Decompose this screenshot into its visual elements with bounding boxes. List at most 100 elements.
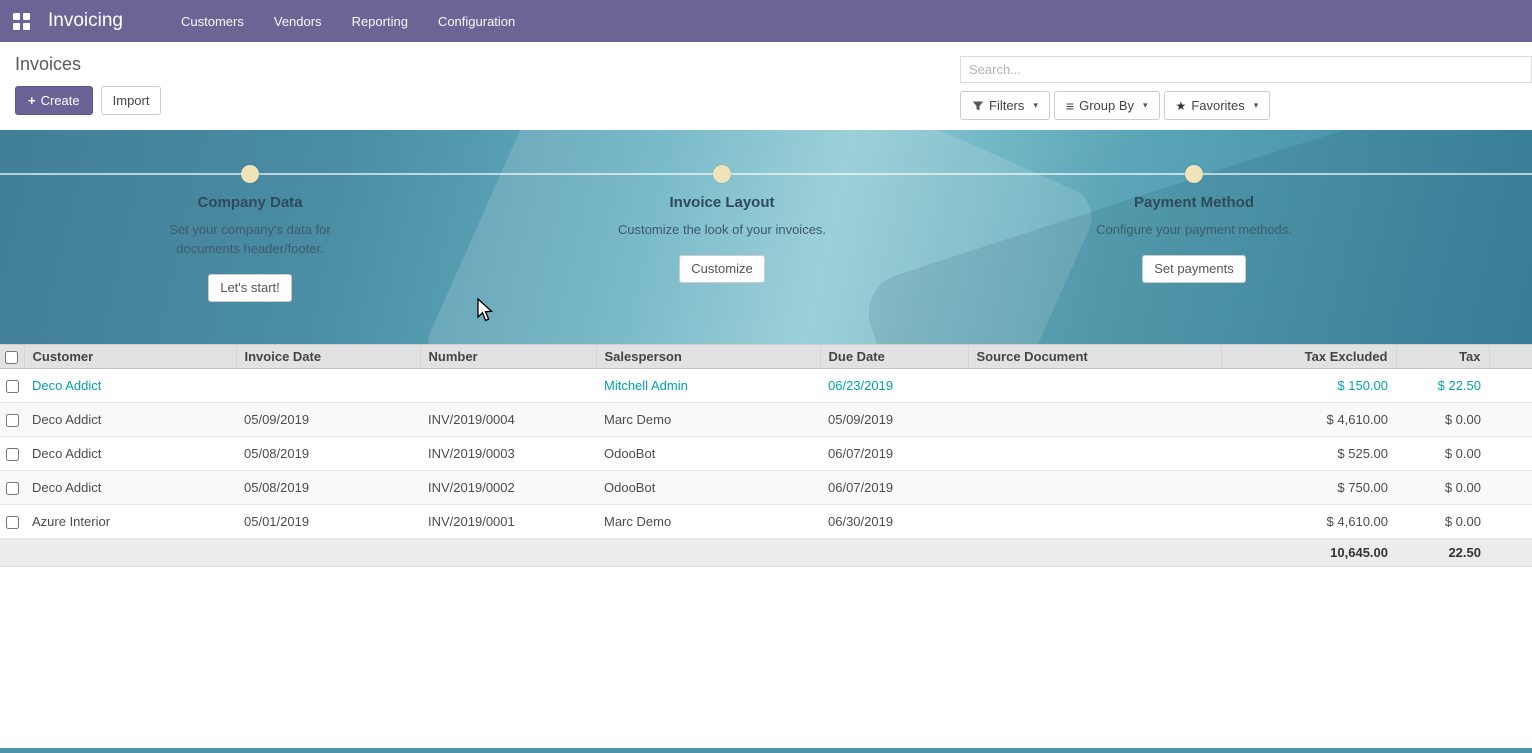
invoice-row[interactable]: Azure Interior 05/01/2019 INV/2019/0001 … [0,505,1532,539]
customize-button[interactable]: Customize [679,255,764,283]
select-all-checkbox[interactable] [5,351,18,364]
tax-cell[interactable]: $ 22.50 [1396,369,1489,403]
salesperson-cell[interactable]: OdooBot [596,437,820,471]
menu-configuration[interactable]: Configuration [438,14,515,29]
customer-cell[interactable]: Deco Addict [24,437,236,471]
invoice-row[interactable]: Deco Addict 05/09/2019 INV/2019/0004 Mar… [0,403,1532,437]
search-input[interactable] [960,56,1532,83]
row-checkbox[interactable] [6,482,19,495]
tax-excluded-cell[interactable]: $ 525.00 [1221,437,1396,471]
row-checkbox[interactable] [6,380,19,393]
star-icon: ★ [1176,99,1187,113]
row-checkbox[interactable] [6,516,19,529]
number-cell[interactable]: INV/2019/0001 [420,505,596,539]
page-title: Invoices [15,54,161,75]
column-header-tax-excluded[interactable]: Tax Excluded [1221,345,1396,369]
column-header-invoice-date[interactable]: Invoice Date [236,345,420,369]
row-spacer [1489,505,1532,539]
invoice-row[interactable]: Deco Addict Mitchell Admin 06/23/2019 $ … [0,369,1532,403]
top-navbar: Invoicing Customers Vendors Reporting Co… [0,0,1532,42]
favorites-button-label: Favorites [1191,98,1244,113]
row-spacer [1489,403,1532,437]
due-date-cell[interactable]: 06/30/2019 [820,505,968,539]
number-cell[interactable]: INV/2019/0002 [420,471,596,505]
column-header-salesperson[interactable]: Salesperson [596,345,820,369]
main-menu: Customers Vendors Reporting Configuratio… [181,14,545,29]
control-panel-left: Invoices +Create Import [0,42,161,130]
apps-grid-square [13,23,20,30]
app-title[interactable]: Invoicing [48,10,123,32]
invoice-date-cell[interactable]: 05/08/2019 [236,437,420,471]
number-cell[interactable]: INV/2019/0003 [420,437,596,471]
column-header-due-date[interactable]: Due Date [820,345,968,369]
column-header-spacer [1489,345,1532,369]
plus-icon: + [28,93,36,108]
tax-excluded-cell[interactable]: $ 4,610.00 [1221,505,1396,539]
column-header-customer[interactable]: Customer [24,345,236,369]
onboarding-step-company-data: Company Data Set your company's data for… [75,194,425,302]
invoice-row[interactable]: Deco Addict 05/08/2019 INV/2019/0002 Odo… [0,471,1532,505]
salesperson-cell[interactable]: OdooBot [596,471,820,505]
number-cell[interactable]: INV/2019/0004 [420,403,596,437]
invoice-row[interactable]: Deco Addict 05/08/2019 INV/2019/0003 Odo… [0,437,1532,471]
filters-button[interactable]: Filters ▾ [960,91,1050,120]
due-date-cell[interactable]: 06/23/2019 [820,369,968,403]
invoice-date-cell[interactable]: 05/01/2019 [236,505,420,539]
invoice-date-cell[interactable] [236,369,420,403]
apps-grid-square [23,23,30,30]
tax-cell[interactable]: $ 0.00 [1396,471,1489,505]
import-button[interactable]: Import [101,86,162,115]
row-spacer [1489,437,1532,471]
totals-row: 10,645.00 22.50 [0,539,1532,567]
due-date-cell[interactable]: 06/07/2019 [820,471,968,505]
step-title: Payment Method [1019,194,1369,211]
favorites-button[interactable]: ★ Favorites ▾ [1164,91,1271,120]
onboarding-banner: Company Data Set your company's data for… [0,130,1532,344]
column-header-tax[interactable]: Tax [1396,345,1489,369]
salesperson-cell[interactable]: Mitchell Admin [596,369,820,403]
customer-cell[interactable]: Deco Addict [24,369,236,403]
tax-excluded-cell[interactable]: $ 150.00 [1221,369,1396,403]
salesperson-cell[interactable]: Marc Demo [596,505,820,539]
customer-cell[interactable]: Deco Addict [24,471,236,505]
due-date-cell[interactable]: 06/07/2019 [820,437,968,471]
row-checkbox[interactable] [6,448,19,461]
source-document-cell[interactable] [968,437,1221,471]
customer-cell[interactable]: Deco Addict [24,403,236,437]
step-description: Configure your payment methods. [1087,221,1302,240]
create-button[interactable]: +Create [15,86,93,115]
invoice-date-cell[interactable]: 05/09/2019 [236,403,420,437]
column-header-number[interactable]: Number [420,345,596,369]
search-options: Filters ▾ ≡ Group By ▾ ★ Favorites ▾ [960,91,1532,120]
group-by-button[interactable]: ≡ Group By ▾ [1054,91,1160,120]
onboarding-timeline [0,173,1532,175]
action-buttons: +Create Import [15,86,161,115]
customer-cell[interactable]: Azure Interior [24,505,236,539]
row-checkbox[interactable] [6,414,19,427]
filters-button-label: Filters [989,98,1024,113]
chevron-down-icon: ▾ [1033,100,1038,111]
due-date-cell[interactable]: 05/09/2019 [820,403,968,437]
invoice-date-cell[interactable]: 05/08/2019 [236,471,420,505]
column-header-source-document[interactable]: Source Document [968,345,1221,369]
apps-menu-icon[interactable] [8,8,34,34]
menu-vendors[interactable]: Vendors [274,14,322,29]
tax-cell[interactable]: $ 0.00 [1396,505,1489,539]
source-document-cell[interactable] [968,403,1221,437]
number-cell[interactable] [420,369,596,403]
tax-excluded-cell[interactable]: $ 750.00 [1221,471,1396,505]
tax-cell[interactable]: $ 0.00 [1396,437,1489,471]
lets-start-button[interactable]: Let's start! [208,274,292,302]
set-payments-button[interactable]: Set payments [1142,255,1246,283]
control-panel-right: Filters ▾ ≡ Group By ▾ ★ Favorites ▾ [960,42,1532,130]
tax-cell[interactable]: $ 0.00 [1396,403,1489,437]
menu-reporting[interactable]: Reporting [352,14,408,29]
menu-customers[interactable]: Customers [181,14,244,29]
salesperson-cell[interactable]: Marc Demo [596,403,820,437]
source-document-cell[interactable] [968,505,1221,539]
tax-excluded-cell[interactable]: $ 4,610.00 [1221,403,1396,437]
timeline-dot-payment-method [1185,165,1203,183]
source-document-cell[interactable] [968,471,1221,505]
totals-spacer [0,539,1221,567]
source-document-cell[interactable] [968,369,1221,403]
